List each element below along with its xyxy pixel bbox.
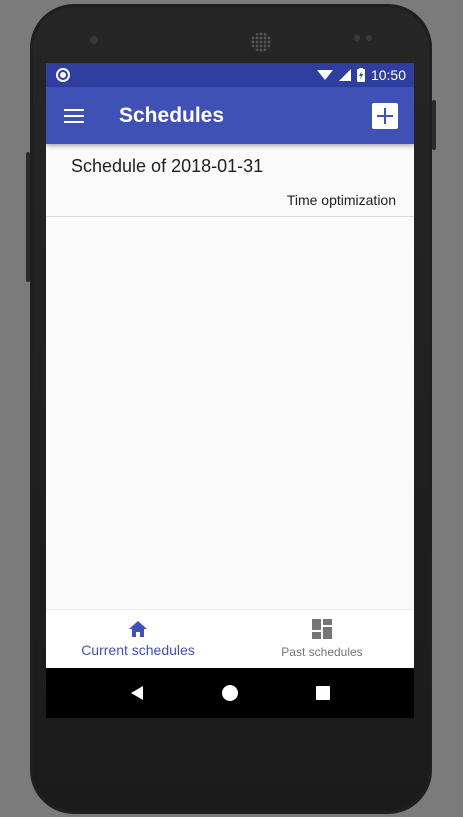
schedule-title: Schedule of 2018-01-31: [71, 156, 264, 176]
back-icon: [131, 686, 144, 700]
wifi-icon: [316, 70, 333, 80]
add-schedule-button[interactable]: [372, 102, 398, 129]
dashboard-icon: [312, 618, 332, 639]
signal-icon: [338, 69, 351, 81]
recents-icon: [315, 686, 330, 700]
home-button[interactable]: [210, 673, 250, 713]
volume-button: [26, 152, 30, 282]
page-title: Schedules: [119, 103, 225, 127]
nav-current-label: Current schedules: [81, 641, 195, 658]
app-bar: Schedules: [46, 87, 414, 144]
screen: 10:50 Schedules Schedule of 2018-01-31 T…: [46, 63, 414, 718]
power-button: [432, 100, 436, 150]
nav-past-schedules[interactable]: Past schedules: [230, 610, 414, 667]
status-icons: 10:50: [316, 67, 406, 83]
nav-past-label: Past schedules: [281, 644, 363, 659]
home-icon: [129, 620, 147, 637]
status-bar: 10:50: [46, 63, 414, 87]
sensor-dot: [354, 35, 360, 41]
schedule-list-item[interactable]: Schedule of 2018-01-31 Time optimization: [46, 144, 414, 217]
menu-icon[interactable]: [64, 108, 84, 123]
bottom-navigation: Current schedules Past schedules: [46, 609, 414, 667]
back-button[interactable]: [117, 673, 157, 713]
sensor-dot: [366, 35, 372, 41]
notification-icon: [56, 68, 70, 82]
home-circle-icon: [221, 685, 238, 701]
status-time: 10:50: [370, 67, 406, 83]
earpiece-speaker: [251, 32, 271, 52]
recents-button[interactable]: [303, 673, 343, 713]
nav-current-schedules[interactable]: Current schedules: [46, 610, 230, 667]
system-navigation-bar: [46, 668, 414, 718]
front-camera: [90, 36, 98, 44]
battery-icon: [356, 68, 365, 82]
schedule-subtitle: Time optimization: [286, 192, 396, 208]
